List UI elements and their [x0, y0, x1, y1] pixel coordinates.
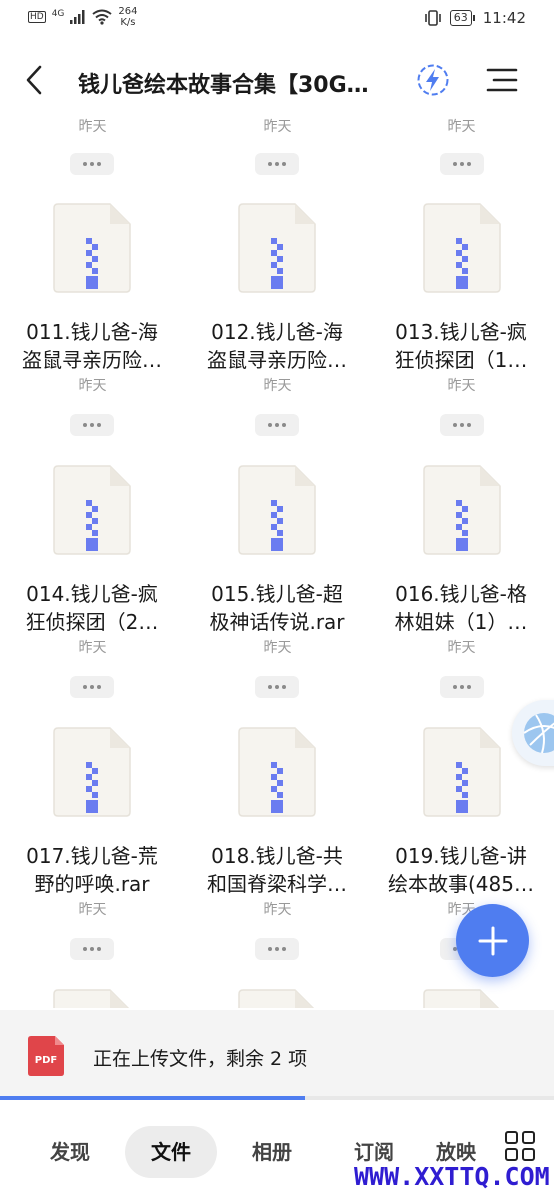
wifi-icon: [92, 9, 113, 25]
watermark-text: WWW.XXTTQ.COM: [354, 1162, 550, 1191]
file-date: 昨天: [263, 640, 292, 656]
tab-album[interactable]: 相册: [232, 1126, 312, 1178]
more-options-button[interactable]: [70, 414, 114, 436]
file-date: 昨天: [78, 640, 107, 656]
zip-file-icon: [238, 465, 316, 555]
page-title: 钱儿爸绘本故事合集【30G…: [78, 73, 369, 98]
globe-icon: [523, 713, 554, 754]
zip-file-icon: [423, 727, 501, 817]
hd-badge: HD: [28, 11, 46, 23]
pdf-file-icon: PDF: [28, 1036, 64, 1076]
zip-file-icon: [53, 727, 131, 817]
plus-icon: [478, 926, 507, 955]
signal-type: 4G: [51, 9, 65, 19]
file-date: 昨天: [447, 378, 476, 394]
more-options-button[interactable]: [440, 676, 484, 698]
file-date: 昨天: [447, 640, 476, 656]
status-bar: HD 4G 264 K/s 63 11:42: [0, 0, 554, 40]
file-name: 017.钱儿爸-荒 野的呼唤.rar: [26, 844, 158, 896]
menu-icon[interactable]: [486, 67, 518, 93]
more-options-button[interactable]: [255, 938, 299, 960]
file-date: 昨天: [263, 119, 292, 135]
file-date: 昨天: [447, 902, 476, 918]
battery-icon: 63: [449, 10, 475, 26]
grid-menu-icon[interactable]: [504, 1130, 536, 1162]
top-app-bar: 钱儿爸绘本故事合集【30G…: [0, 45, 554, 117]
zip-file-icon: [53, 203, 131, 293]
zip-file-icon[interactable]: [237, 988, 317, 1008]
upload-status-bar[interactable]: PDF 正在上传文件，剩余 2 项: [0, 1010, 554, 1098]
file-name: 014.钱儿爸-疯 狂侦探团（2…: [25, 582, 159, 634]
more-options-button[interactable]: [255, 414, 299, 436]
tab-files[interactable]: 文件: [125, 1126, 217, 1178]
more-options-button[interactable]: [70, 938, 114, 960]
file-grid: 昨天 昨天 昨天 011.钱儿爸-海 盗鼠寻亲历险… 昨天 012.钱儿爸-海 盗鼠…: [0, 108, 554, 1008]
zip-file-icon[interactable]: [422, 988, 502, 1008]
file-name: 018.钱儿爸-共 和国脊梁科学…: [207, 844, 347, 896]
file-date: 昨天: [447, 119, 476, 135]
file-name: 016.钱儿爸-格 林姐妹（1）…: [394, 582, 528, 634]
more-options-button[interactable]: [255, 153, 299, 175]
zip-file-icon: [238, 203, 316, 293]
file-name: 015.钱儿爸-超 极神话传说.rar: [209, 582, 345, 634]
upload-status-text: 正在上传文件，剩余 2 项: [93, 1048, 308, 1070]
zip-file-icon: [238, 727, 316, 817]
zip-file-icon: [423, 203, 501, 293]
file-date: 昨天: [78, 119, 107, 135]
file-date: 昨天: [78, 902, 107, 918]
file-name: 013.钱儿爸-疯 狂侦探团（1…: [394, 320, 528, 372]
svg-text:PDF: PDF: [35, 1055, 57, 1066]
zip-file-icon[interactable]: [52, 988, 132, 1008]
add-button[interactable]: [456, 904, 529, 977]
network-speed: 264 K/s: [118, 6, 138, 28]
signal-icon: [70, 10, 85, 24]
file-name: 012.钱儿爸-海 盗鼠寻亲历险…: [207, 320, 347, 372]
back-arrow-icon[interactable]: [22, 63, 52, 97]
zip-file-icon: [53, 465, 131, 555]
more-options-button[interactable]: [70, 153, 114, 175]
bottom-navigation: 发现 文件 相册 订阅 放映 WWW.XXTTQ.COM: [0, 1100, 554, 1200]
file-name: 019.钱儿爸-讲 绘本故事(485…: [388, 844, 534, 896]
more-options-button[interactable]: [255, 676, 299, 698]
file-name: 011.钱儿爸-海 盗鼠寻亲历险…: [22, 320, 162, 372]
tab-discover[interactable]: 发现: [30, 1126, 110, 1178]
file-date: 昨天: [78, 378, 107, 394]
file-date: 昨天: [263, 902, 292, 918]
more-options-button[interactable]: [440, 414, 484, 436]
vibrate-icon: [424, 10, 441, 26]
clock: 11:42: [482, 9, 526, 27]
file-date: 昨天: [263, 378, 292, 394]
more-options-button[interactable]: [440, 153, 484, 175]
zip-file-icon: [423, 465, 501, 555]
lightning-icon[interactable]: [416, 63, 450, 97]
more-options-button[interactable]: [70, 676, 114, 698]
